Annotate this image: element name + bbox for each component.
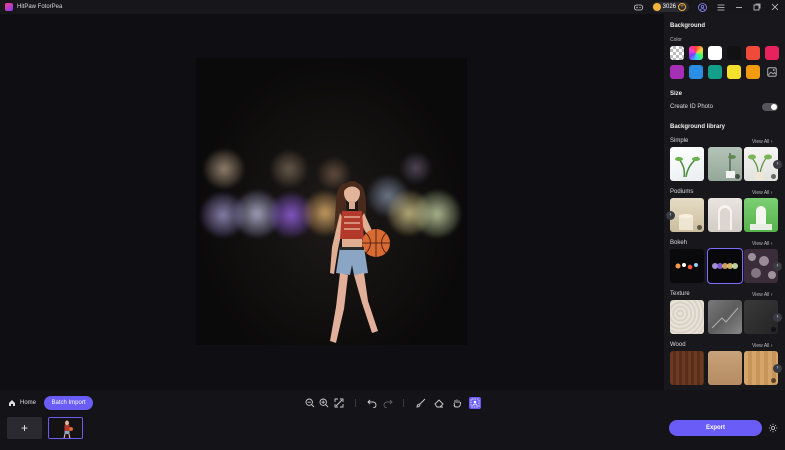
user-icon[interactable] — [698, 2, 707, 12]
swatch-transparent[interactable] — [670, 46, 684, 60]
gamepad-icon[interactable] — [633, 3, 643, 12]
prev-arrow-icon[interactable]: ‹ — [666, 211, 675, 220]
batch-import-button[interactable]: Batch Import — [44, 396, 93, 410]
title-bar-controls: 3026 + — [633, 1, 779, 13]
view-all-bokeh[interactable]: View All › — [752, 241, 772, 247]
create-id-photo-label: Create ID Photo — [670, 104, 714, 110]
view-all-simple[interactable]: View All › — [752, 139, 772, 145]
coin-count: 3026 — [662, 4, 676, 10]
bg-thumb-wood-2[interactable] — [708, 351, 742, 385]
bg-thumb-podiums-2[interactable] — [708, 198, 742, 232]
view-all-wood[interactable]: View All › — [752, 343, 772, 349]
next-arrow-icon[interactable]: › — [773, 262, 782, 271]
swatch-blue[interactable] — [689, 65, 703, 79]
toolbar-divider — [355, 399, 356, 407]
swatch-black[interactable] — [727, 46, 741, 60]
swatch-pink[interactable] — [765, 46, 779, 60]
filmstrip-thumbnail[interactable] — [48, 417, 83, 439]
download-icon — [735, 174, 740, 179]
swatch-orange[interactable] — [746, 65, 760, 79]
category-simple: Simple — [670, 138, 689, 144]
gear-icon[interactable] — [768, 423, 778, 433]
download-icon — [771, 327, 776, 332]
create-id-photo-toggle[interactable] — [762, 103, 778, 111]
bg-thumb-podiums-3[interactable] — [744, 198, 778, 232]
minimize-icon[interactable] — [734, 3, 743, 12]
swatch-rainbow[interactable] — [689, 46, 703, 60]
redo-icon[interactable] — [382, 397, 394, 409]
coin-icon — [652, 3, 661, 11]
background-title: Background — [670, 23, 706, 29]
maximize-icon[interactable] — [752, 3, 761, 12]
home-label: Home — [20, 400, 37, 406]
fit-screen-icon[interactable] — [333, 397, 345, 409]
bg-thumb-texture-2[interactable] — [708, 300, 742, 334]
ai-select-icon[interactable] — [469, 397, 481, 409]
photo-canvas[interactable] — [196, 58, 467, 345]
size-title: Size — [670, 91, 683, 97]
category-wood: Wood — [670, 342, 686, 348]
app-title: HitPaw FotorPea — [17, 4, 63, 10]
home-icon — [9, 400, 15, 406]
custom-image-icon[interactable] — [765, 65, 779, 79]
swatch-white[interactable] — [708, 46, 722, 60]
app-logo-icon — [5, 3, 13, 11]
swatch-teal[interactable] — [708, 65, 722, 79]
category-bokeh: Bokeh — [670, 240, 688, 246]
bokeh-light — [414, 191, 460, 237]
toolbar-divider — [403, 399, 404, 407]
undo-icon[interactable] — [366, 397, 378, 409]
bg-thumb-wood-1[interactable] — [670, 351, 704, 385]
next-arrow-icon[interactable]: › — [773, 364, 782, 373]
swatch-purple[interactable] — [670, 65, 684, 79]
coin-balance[interactable]: 3026 + — [651, 2, 689, 12]
category-texture: Texture — [670, 291, 690, 297]
close-icon[interactable] — [770, 3, 779, 12]
bokeh-light — [271, 151, 307, 187]
menu-icon[interactable] — [716, 3, 725, 12]
bg-thumb-podiums-1[interactable] — [670, 198, 704, 232]
color-label: Color — [670, 37, 682, 43]
library-title: Background library — [670, 124, 726, 130]
bokeh-light — [204, 150, 244, 188]
download-icon — [697, 225, 702, 230]
add-image-button[interactable]: + — [7, 417, 42, 439]
view-all-texture[interactable]: View All › — [752, 292, 772, 298]
background-panel: Background Color Size Create ID Photo Ba… — [664, 14, 785, 390]
zoom-out-icon[interactable] — [304, 397, 316, 409]
bg-thumb-bokeh-1[interactable] — [670, 249, 704, 283]
view-all-podiums[interactable]: View All › — [752, 190, 772, 196]
home-button[interactable]: Home — [8, 397, 36, 409]
download-icon — [771, 174, 776, 179]
swatch-yellow[interactable] — [727, 65, 741, 79]
category-podiums: Podiums — [670, 189, 694, 195]
next-arrow-icon[interactable]: › — [773, 160, 782, 169]
subject-person — [330, 181, 390, 343]
bg-thumb-simple-2[interactable] — [708, 147, 742, 181]
bg-thumb-simple-1[interactable] — [670, 147, 704, 181]
bokeh-light — [401, 153, 431, 183]
swatch-red[interactable] — [746, 46, 760, 60]
hand-icon[interactable] — [451, 397, 463, 409]
next-arrow-icon[interactable]: › — [773, 313, 782, 322]
bg-thumb-texture-1[interactable] — [670, 300, 704, 334]
bg-thumb-bokeh-2[interactable] — [707, 248, 743, 284]
export-button[interactable]: Export — [669, 420, 762, 436]
title-bar: HitPaw FotorPea 3026 + — [0, 0, 785, 14]
eraser-icon[interactable] — [433, 397, 445, 409]
zoom-in-icon[interactable] — [318, 397, 330, 409]
brush-icon[interactable] — [415, 397, 427, 409]
add-coin-icon[interactable]: + — [678, 3, 686, 11]
app-window: HitPaw FotorPea 3026 + Background Color … — [0, 0, 785, 450]
download-icon — [771, 378, 776, 383]
